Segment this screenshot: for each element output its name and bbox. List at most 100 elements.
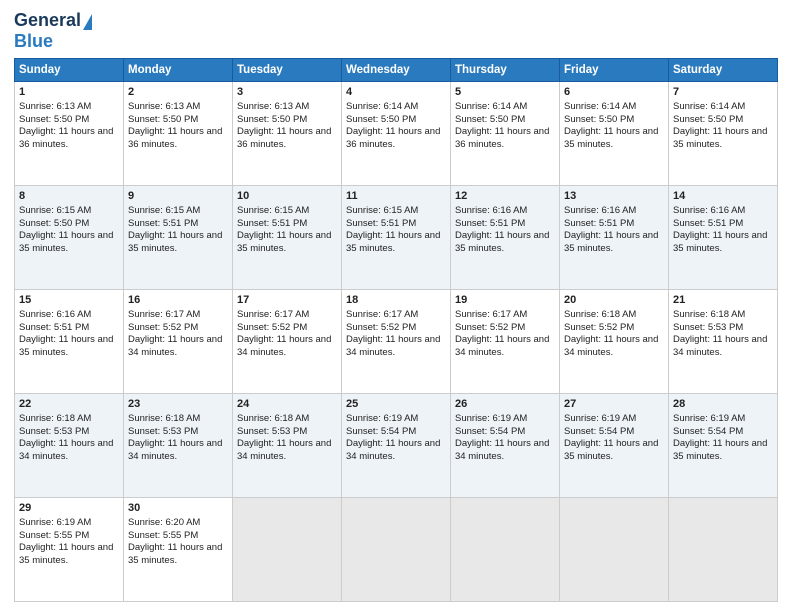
calendar-cell: 30Sunrise: 6:20 AMSunset: 5:55 PMDayligh… [124, 498, 233, 602]
sunrise-text: Sunrise: 6:14 AM [673, 101, 745, 112]
logo: General Blue [14, 10, 92, 52]
sunrise-text: Sunrise: 6:18 AM [673, 309, 745, 320]
calendar-cell: 3Sunrise: 6:13 AMSunset: 5:50 PMDaylight… [233, 82, 342, 186]
sunset-text: Sunset: 5:54 PM [346, 426, 416, 437]
sunset-text: Sunset: 5:51 PM [673, 218, 743, 229]
logo-blue: Blue [14, 31, 53, 51]
calendar-cell: 18Sunrise: 6:17 AMSunset: 5:52 PMDayligh… [342, 290, 451, 394]
sunrise-text: Sunrise: 6:14 AM [455, 101, 527, 112]
calendar-week-4: 22Sunrise: 6:18 AMSunset: 5:53 PMDayligh… [15, 394, 778, 498]
calendar-cell: 28Sunrise: 6:19 AMSunset: 5:54 PMDayligh… [669, 394, 778, 498]
sunrise-text: Sunrise: 6:13 AM [237, 101, 309, 112]
daylight-text: Daylight: 11 hours and 34 minutes. [564, 334, 658, 358]
sunset-text: Sunset: 5:54 PM [673, 426, 743, 437]
calendar-table: SundayMondayTuesdayWednesdayThursdayFrid… [14, 58, 778, 602]
day-number: 29 [19, 501, 119, 516]
daylight-text: Daylight: 11 hours and 36 minutes. [346, 126, 440, 150]
sunrise-text: Sunrise: 6:16 AM [455, 205, 527, 216]
daylight-text: Daylight: 11 hours and 35 minutes. [19, 230, 113, 254]
calendar-cell: 21Sunrise: 6:18 AMSunset: 5:53 PMDayligh… [669, 290, 778, 394]
sunrise-text: Sunrise: 6:16 AM [19, 309, 91, 320]
day-number: 6 [564, 85, 664, 100]
daylight-text: Daylight: 11 hours and 35 minutes. [564, 126, 658, 150]
day-number: 17 [237, 293, 337, 308]
sunrise-text: Sunrise: 6:19 AM [19, 517, 91, 528]
daylight-text: Daylight: 11 hours and 34 minutes. [237, 438, 331, 462]
calendar-cell: 25Sunrise: 6:19 AMSunset: 5:54 PMDayligh… [342, 394, 451, 498]
calendar-cell: 16Sunrise: 6:17 AMSunset: 5:52 PMDayligh… [124, 290, 233, 394]
sunset-text: Sunset: 5:51 PM [19, 322, 89, 333]
sunrise-text: Sunrise: 6:14 AM [346, 101, 418, 112]
daylight-text: Daylight: 11 hours and 34 minutes. [346, 334, 440, 358]
daylight-text: Daylight: 11 hours and 36 minutes. [455, 126, 549, 150]
daylight-text: Daylight: 11 hours and 34 minutes. [128, 438, 222, 462]
sunset-text: Sunset: 5:53 PM [19, 426, 89, 437]
calendar-cell: 10Sunrise: 6:15 AMSunset: 5:51 PMDayligh… [233, 186, 342, 290]
calendar-cell: 4Sunrise: 6:14 AMSunset: 5:50 PMDaylight… [342, 82, 451, 186]
day-number: 13 [564, 189, 664, 204]
sunrise-text: Sunrise: 6:18 AM [237, 413, 309, 424]
day-number: 16 [128, 293, 228, 308]
daylight-text: Daylight: 11 hours and 34 minutes. [455, 438, 549, 462]
calendar-cell: 20Sunrise: 6:18 AM Sunset: 5:52 PMDayligh… [560, 290, 669, 394]
calendar-week-5: 29Sunrise: 6:19 AMSunset: 5:55 PMDayligh… [15, 498, 778, 602]
calendar-cell [342, 498, 451, 602]
calendar-cell: 27Sunrise: 6:19 AMSunset: 5:54 PMDayligh… [560, 394, 669, 498]
calendar-cell: 13Sunrise: 6:16 AMSunset: 5:51 PMDayligh… [560, 186, 669, 290]
sunset-text: Sunset: 5:50 PM [128, 114, 198, 125]
col-header-tuesday: Tuesday [233, 59, 342, 82]
daylight-text: Daylight: 11 hours and 35 minutes. [128, 542, 222, 566]
daylight-text: Daylight: 11 hours and 34 minutes. [455, 334, 549, 358]
daylight-text: Daylight: 11 hours and 36 minutes. [128, 126, 222, 150]
day-number: 8 [19, 189, 119, 204]
calendar-week-2: 8Sunrise: 6:15 AMSunset: 5:50 PMDaylight… [15, 186, 778, 290]
sunrise-text: Sunrise: 6:19 AM [564, 413, 636, 424]
day-number: 24 [237, 397, 337, 412]
daylight-text: Daylight: 11 hours and 35 minutes. [19, 542, 113, 566]
day-number: 20 [564, 293, 664, 308]
col-header-sunday: Sunday [15, 59, 124, 82]
sunset-text: Sunset: 5:51 PM [128, 218, 198, 229]
sunset-text: Sunset: 5:55 PM [128, 530, 198, 541]
day-number: 12 [455, 189, 555, 204]
calendar-cell: 12Sunrise: 6:16 AMSunset: 5:51 PMDayligh… [451, 186, 560, 290]
calendar-cell: 29Sunrise: 6:19 AMSunset: 5:55 PMDayligh… [15, 498, 124, 602]
daylight-text: Daylight: 11 hours and 35 minutes. [564, 230, 658, 254]
logo-general: General [14, 10, 81, 31]
sunrise-text: Sunrise: 6:13 AM [128, 101, 200, 112]
sunrise-text: Sunrise: 6:18 AM [564, 309, 636, 320]
sunrise-text: Sunrise: 6:15 AM [237, 205, 309, 216]
daylight-text: Daylight: 11 hours and 35 minutes. [673, 230, 767, 254]
sunset-text: Sunset: 5:52 PM [564, 322, 634, 333]
col-header-saturday: Saturday [669, 59, 778, 82]
calendar-cell: 8Sunrise: 6:15 AMSunset: 5:50 PMDaylight… [15, 186, 124, 290]
sunrise-text: Sunrise: 6:16 AM [564, 205, 636, 216]
calendar-cell: 23Sunrise: 6:18 AM Sunset: 5:53 PMDayligh… [124, 394, 233, 498]
day-number: 2 [128, 85, 228, 100]
sunrise-text: Sunrise: 6:17 AM [455, 309, 527, 320]
calendar-cell: 15Sunrise: 6:16 AM Sunset: 5:51 PMDayligh… [15, 290, 124, 394]
day-number: 22 [19, 397, 119, 412]
day-number: 15 [19, 293, 119, 308]
sunset-text: Sunset: 5:51 PM [237, 218, 307, 229]
day-number: 3 [237, 85, 337, 100]
sunrise-text: Sunrise: 6:18 AM [128, 413, 200, 424]
day-number: 4 [346, 85, 446, 100]
day-number: 18 [346, 293, 446, 308]
calendar-header-row: SundayMondayTuesdayWednesdayThursdayFrid… [15, 59, 778, 82]
sunset-text: Sunset: 5:53 PM [128, 426, 198, 437]
sunset-text: Sunset: 5:54 PM [455, 426, 525, 437]
calendar-cell: 5Sunrise: 6:14 AMSunset: 5:50 PMDaylight… [451, 82, 560, 186]
daylight-text: Daylight: 11 hours and 35 minutes. [19, 334, 113, 358]
daylight-text: Daylight: 11 hours and 35 minutes. [673, 126, 767, 150]
calendar-cell: 17Sunrise: 6:17 AMSunset: 5:52 PMDayligh… [233, 290, 342, 394]
day-number: 23 [128, 397, 228, 412]
sunset-text: Sunset: 5:53 PM [237, 426, 307, 437]
sunset-text: Sunset: 5:50 PM [237, 114, 307, 125]
calendar-cell: 1Sunrise: 6:13 AMSunset: 5:50 PMDaylight… [15, 82, 124, 186]
calendar-cell: 6Sunrise: 6:14 AMSunset: 5:50 PMDaylight… [560, 82, 669, 186]
calendar-cell [233, 498, 342, 602]
sunset-text: Sunset: 5:50 PM [564, 114, 634, 125]
sunset-text: Sunset: 5:50 PM [19, 218, 89, 229]
sunrise-text: Sunrise: 6:19 AM [455, 413, 527, 424]
